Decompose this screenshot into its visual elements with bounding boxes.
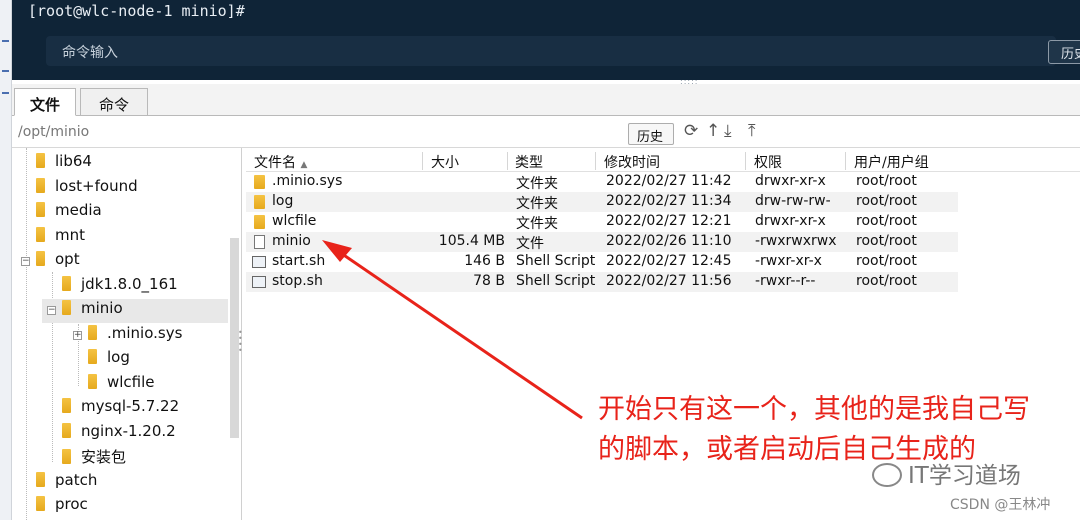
watermark-brand: IT学习道场: [872, 456, 1021, 490]
path-history-button[interactable]: 历史: [628, 123, 674, 145]
tree-item-proc[interactable]: proc: [36, 495, 88, 519]
file-row[interactable]: wlcfile 文件夹 2022/02/27 12:21 drwxr-xr-x …: [246, 212, 958, 232]
folder-icon: [36, 472, 45, 487]
folder-icon: [36, 153, 45, 168]
command-input[interactable]: 命令输入: [46, 36, 1056, 66]
tab-files[interactable]: 文件: [14, 88, 76, 116]
file-icon: [254, 235, 265, 249]
folder-icon: [36, 178, 45, 193]
folder-icon: [254, 195, 265, 209]
tree-item-lost-found[interactable]: lost+found: [36, 177, 138, 201]
file-list-header: 文件名 ▲ 大小 类型 修改时间 权限 用户/用户组: [246, 150, 1080, 172]
tree-item-media[interactable]: media: [36, 201, 102, 225]
tree-item-wlcfile[interactable]: wlcfile: [88, 373, 155, 397]
folder-icon: [254, 215, 265, 229]
tree-item-minio[interactable]: minio: [42, 299, 228, 323]
tree-item-nginx[interactable]: nginx-1.20.2: [62, 422, 176, 446]
tree-item-minio-sys[interactable]: .minio.sys: [88, 324, 182, 348]
up-icon[interactable]: ↑: [706, 121, 720, 141]
folder-icon: [88, 374, 97, 389]
column-header-name[interactable]: 文件名 ▲: [254, 152, 307, 172]
column-header-type[interactable]: 类型: [515, 152, 543, 172]
command-placeholder: 命令输入: [62, 45, 118, 61]
upload-icon[interactable]: ⤒: [748, 121, 756, 141]
terminal-panel[interactable]: [root@wlc-node-1 minio]# 命令输入 历史 :::::: [12, 0, 1080, 86]
tree-item-lib64[interactable]: lib64: [36, 152, 92, 176]
folder-icon: [88, 349, 97, 364]
file-row[interactable]: minio 105.4 MB 文件 2022/02/26 11:10 -rwxr…: [246, 232, 958, 252]
folder-icon: [36, 496, 45, 511]
tree-item-jdk[interactable]: jdk1.8.0_161: [62, 275, 178, 299]
column-header-permissions[interactable]: 权限: [754, 152, 782, 172]
directory-tree[interactable]: lib64 lost+found media mnt − opt jdk1.8.…: [12, 148, 242, 520]
tab-bar: 文件 命令: [12, 84, 1080, 116]
left-edge-strip: [0, 0, 12, 520]
tree-item-opt[interactable]: opt: [36, 250, 80, 274]
file-row[interactable]: stop.sh 78 B Shell Script 2022/02/27 11:…: [246, 272, 958, 292]
script-icon: [252, 256, 266, 268]
folder-icon: [36, 227, 45, 242]
terminal-prompt: [root@wlc-node-1 minio]#: [28, 2, 245, 20]
folder-icon: [62, 300, 71, 315]
folder-icon: [62, 423, 71, 438]
folder-icon: [62, 398, 71, 413]
wechat-logo-icon: [872, 463, 902, 487]
current-path[interactable]: /opt/minio: [18, 124, 89, 140]
script-icon: [252, 276, 266, 288]
path-bar: /opt/minio 历史 ⟳ ↑ ⤓ ⤒: [12, 118, 1080, 148]
collapse-icon[interactable]: −: [21, 257, 30, 266]
folder-icon: [62, 276, 71, 291]
terminal-history-button[interactable]: 历史: [1048, 40, 1080, 64]
folder-icon: [62, 449, 71, 464]
column-header-mtime[interactable]: 修改时间: [604, 152, 660, 172]
watermark-credit: CSDN @王林冲: [950, 497, 1051, 513]
tree-item-patch[interactable]: patch: [36, 471, 97, 495]
folder-icon: [88, 325, 97, 340]
folder-icon: [254, 175, 265, 189]
tree-item-mysql[interactable]: mysql-5.7.22: [62, 397, 179, 421]
folder-icon: [36, 202, 45, 217]
pane-splitter[interactable]: • • • •: [238, 329, 243, 355]
expand-icon[interactable]: +: [73, 331, 82, 340]
refresh-icon[interactable]: ⟳: [684, 121, 698, 141]
download-icon[interactable]: ⤓: [724, 121, 732, 141]
tree-item-log[interactable]: log: [88, 348, 130, 372]
tab-commands[interactable]: 命令: [80, 88, 148, 116]
column-header-owner[interactable]: 用户/用户组: [854, 152, 929, 172]
collapse-icon[interactable]: −: [47, 306, 56, 315]
tree-item-packages[interactable]: 安装包: [62, 446, 126, 470]
file-row[interactable]: start.sh 146 B Shell Script 2022/02/27 1…: [246, 252, 958, 272]
file-row[interactable]: .minio.sys 文件夹 2022/02/27 11:42 drwxr-xr…: [246, 172, 958, 192]
column-header-size[interactable]: 大小: [431, 152, 459, 172]
tree-item-mnt[interactable]: mnt: [36, 226, 85, 250]
file-row[interactable]: log 文件夹 2022/02/27 11:34 drw-rw-rw- root…: [246, 192, 958, 212]
sort-ascending-icon: ▲: [300, 160, 308, 170]
folder-icon: [36, 251, 45, 266]
